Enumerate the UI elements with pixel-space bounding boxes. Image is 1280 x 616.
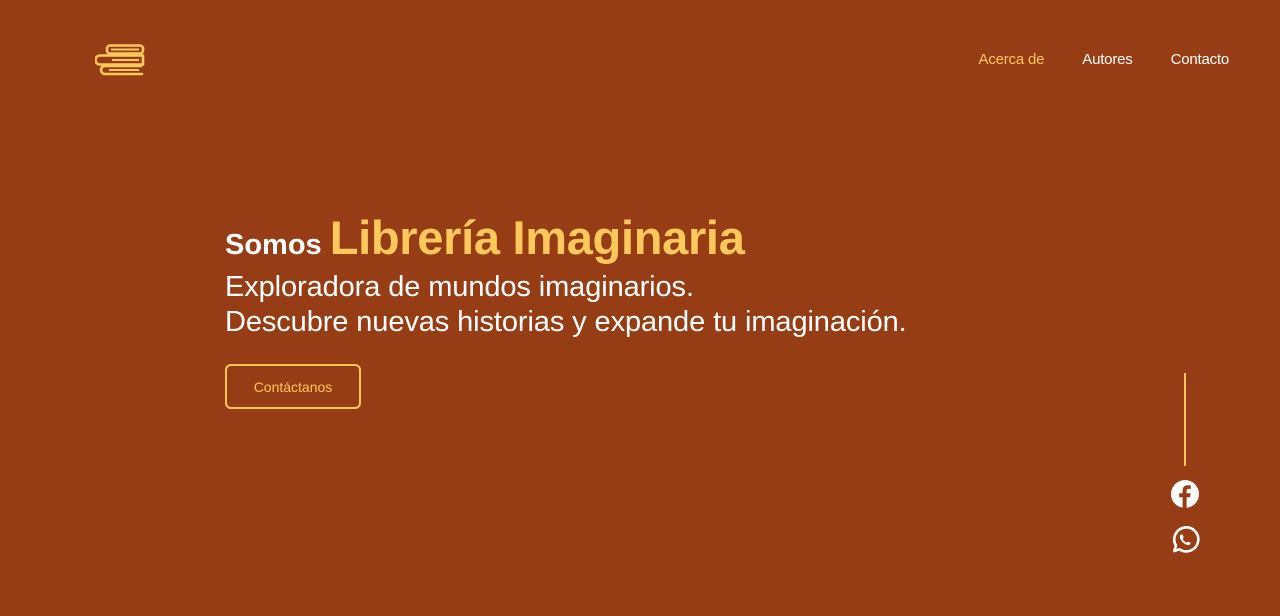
hero-tagline-1: Exploradora de mundos imaginarios. bbox=[225, 271, 694, 303]
whatsapp-icon[interactable] bbox=[1170, 525, 1200, 555]
nav-autores[interactable]: Autores bbox=[1082, 51, 1132, 68]
landing-page: Acerca de Autores Contacto Somos Librerí… bbox=[0, 0, 1280, 616]
social-divider bbox=[1184, 373, 1186, 466]
hero-section: Somos Librería Imaginaria Exploradora de… bbox=[225, 214, 907, 340]
brand-name: Librería Imaginaria bbox=[329, 211, 745, 264]
contact-button[interactable]: Contáctanos bbox=[225, 364, 361, 409]
main-nav: Acerca de Autores Contacto bbox=[979, 51, 1230, 68]
nav-acerca-de[interactable]: Acerca de bbox=[979, 51, 1045, 68]
hero-title: Somos Librería Imaginaria bbox=[225, 214, 907, 270]
facebook-icon[interactable] bbox=[1170, 479, 1200, 509]
nav-contacto[interactable]: Contacto bbox=[1171, 51, 1230, 68]
hero-tagline-2: Descubre nuevas historias y expande tu i… bbox=[225, 306, 907, 338]
books-stack-icon[interactable] bbox=[94, 42, 147, 78]
hero-prefix: Somos bbox=[225, 229, 322, 261]
